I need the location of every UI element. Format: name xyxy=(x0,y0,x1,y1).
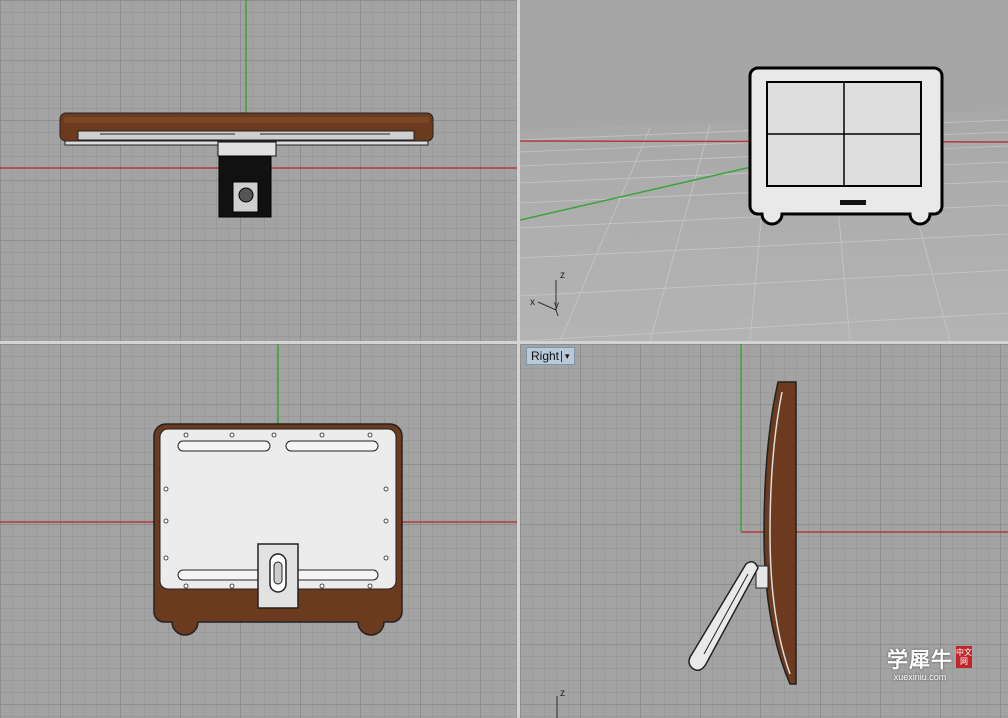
dropdown-arrow-icon[interactable]: ▾ xyxy=(561,350,570,362)
viewport-label-right[interactable]: Right ▾ xyxy=(526,347,575,365)
watermark-stamp: 中文网 xyxy=(956,646,972,668)
stand-bracket-top xyxy=(217,141,277,157)
vent-slot xyxy=(285,440,379,452)
axis-x-label: x xyxy=(530,297,535,308)
axis-z-label: z xyxy=(560,688,565,699)
front-viewport[interactable] xyxy=(0,344,517,718)
back-panel-top xyxy=(77,130,415,141)
vent-slot xyxy=(177,440,271,452)
perspective-viewport[interactable]: z x y xyxy=(520,0,1008,341)
axis-z-label: z xyxy=(560,270,565,281)
axis-y-label: y xyxy=(554,300,559,311)
viewport-layout: z x y Right ▾ z 学犀牛 xuexiniu.com 中文网 xyxy=(0,0,1008,718)
viewport-divider-horizontal[interactable] xyxy=(0,341,1008,344)
top-viewport[interactable] xyxy=(0,0,517,341)
monitor-base-slot xyxy=(840,200,866,205)
watermark-url: xuexiniu.com xyxy=(893,672,947,682)
watermark-chinese: 学犀牛 xyxy=(887,647,953,672)
front-view-drawing xyxy=(0,344,517,636)
stand-arm xyxy=(688,561,759,671)
vent-slot xyxy=(177,569,271,581)
right-viewport[interactable]: Right ▾ z 学犀牛 xuexiniu.com 中文网 xyxy=(520,344,1008,718)
perspective-view-drawing xyxy=(520,66,1008,341)
top-view-drawing xyxy=(0,0,517,218)
viewport-divider-vertical[interactable] xyxy=(517,0,520,718)
viewport-name: Right xyxy=(531,349,560,363)
vent-slot xyxy=(285,569,379,581)
watermark: 学犀牛 xuexiniu.com 中文网 xyxy=(887,644,972,682)
